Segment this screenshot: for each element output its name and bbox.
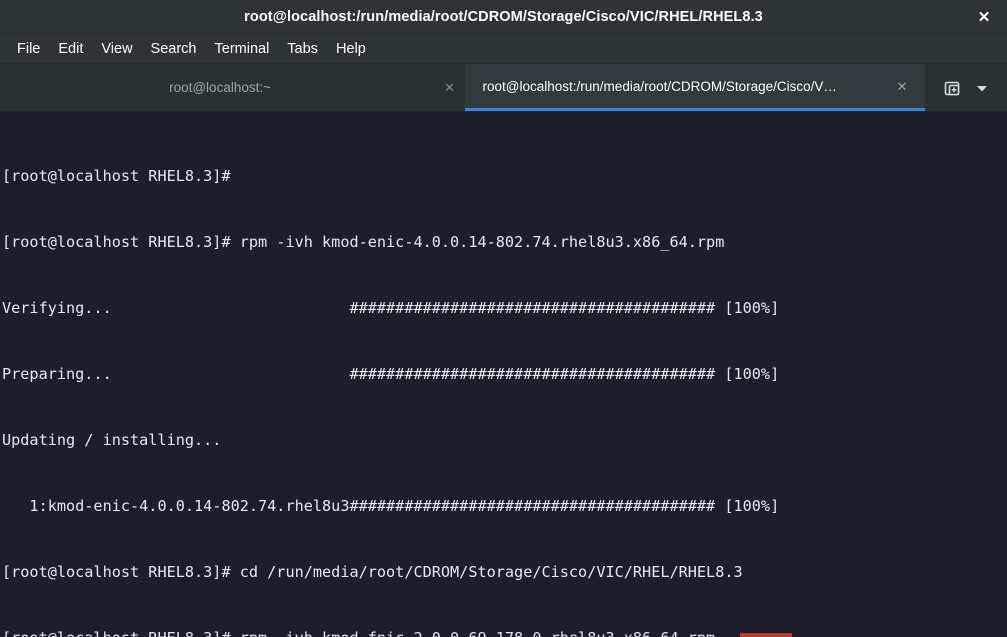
menu-item-file[interactable]: File xyxy=(8,38,49,60)
terminal-line: [root@localhost RHEL8.3]# xyxy=(2,167,231,185)
menu-bar: File Edit View Search Terminal Tabs Help xyxy=(0,34,1007,64)
terminal-line: [root@localhost RHEL8.3]# rpm -ivh kmod-… xyxy=(2,233,725,251)
menu-item-edit[interactable]: Edit xyxy=(49,38,92,60)
terminal-screen-area[interactable]: [root@localhost RHEL8.3]# [root@localhos… xyxy=(0,112,1007,637)
terminal-line: 1:kmod-enic-4.0.0.14-802.74.rhel8u3#####… xyxy=(2,497,780,515)
chevron-down-icon[interactable] xyxy=(975,81,989,95)
tab-actions xyxy=(925,64,1007,111)
menu-item-tabs[interactable]: Tabs xyxy=(278,38,327,60)
new-tab-icon[interactable] xyxy=(943,79,961,97)
tab-root-home[interactable]: root@localhost:~ ✕ xyxy=(0,64,465,111)
menu-item-view[interactable]: View xyxy=(92,38,141,60)
terminal-line: [root@localhost RHEL8.3]# cd /run/media/… xyxy=(2,563,743,581)
tab-close-icon[interactable]: ✕ xyxy=(444,81,455,94)
menu-item-search[interactable]: Search xyxy=(142,38,206,60)
title-bar: root@localhost:/run/media/root/CDROM/Sto… xyxy=(0,0,1007,34)
tab-label: root@localhost:~ xyxy=(169,80,271,95)
menu-item-help[interactable]: Help xyxy=(327,38,375,60)
bottom-accent-bar xyxy=(740,633,792,637)
terminal-output: [root@localhost RHEL8.3]# [root@localhos… xyxy=(2,121,1007,637)
menu-item-terminal[interactable]: Terminal xyxy=(206,38,279,60)
terminal-line: Updating / installing... xyxy=(2,431,222,449)
terminal-line: Preparing... ###########################… xyxy=(2,365,780,383)
tab-bar: root@localhost:~ ✕ root@localhost:/run/m… xyxy=(0,64,1007,112)
tab-close-icon[interactable]: ✕ xyxy=(897,80,908,93)
terminal-line: [root@localhost RHEL8.3]# rpm -ivh kmod-… xyxy=(2,627,1007,637)
tab-cisco-vic-rhel[interactable]: root@localhost:/run/media/root/CDROM/Sto… xyxy=(465,64,925,111)
tab-label: root@localhost:/run/media/root/CDROM/Sto… xyxy=(482,78,837,94)
terminal-window: root@localhost:/run/media/root/CDROM/Sto… xyxy=(0,0,1007,637)
window-title: root@localhost:/run/media/root/CDROM/Sto… xyxy=(244,8,763,25)
close-icon[interactable]: ✕ xyxy=(971,0,997,33)
terminal-line: Verifying... ###########################… xyxy=(2,299,780,317)
